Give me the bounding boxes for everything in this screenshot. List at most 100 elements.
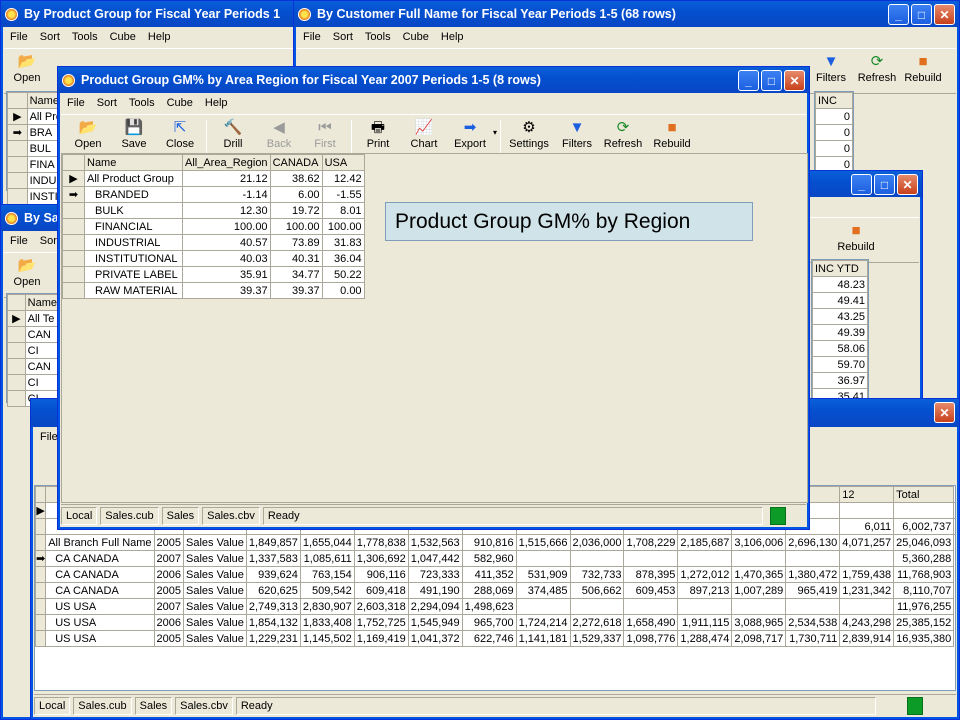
table-cell[interactable]: 723,333 [407,566,463,583]
list-item[interactable]: CI [24,342,61,359]
table-row[interactable]: US USA 2007 Sales Value 2,749,313 2,830,907 2… [35,598,956,615]
cell-measure[interactable]: Sales Value [183,550,247,567]
menu-sort[interactable]: Sort [327,31,359,43]
table-cell[interactable] [785,598,841,615]
open-button[interactable]: 📂 Open [65,118,111,150]
table-cell[interactable]: 2,839,914 [839,630,895,647]
menu-sort[interactable]: Sort [34,31,66,43]
title-bar[interactable]: By Customer Full Name for Fiscal Year Pe… [294,1,959,27]
table-cell[interactable]: 1,272,012 [677,566,733,583]
rebuild-button[interactable]: ■ Rebuild [900,52,946,84]
save-button[interactable]: 💾 Save [111,118,157,150]
cell-year[interactable]: 2005 [153,630,185,647]
cell-all-area[interactable]: 100.00 [182,218,271,235]
table-cell[interactable] [623,550,679,567]
cell-branch-name[interactable]: CA CANADA [45,566,155,583]
table-cell[interactable]: 6,011 [839,518,895,535]
cell-canada[interactable]: 100.00 [269,218,323,235]
table-cell[interactable]: 49.39 [812,324,868,341]
cell-canada[interactable]: 6.00 [269,186,323,203]
cell-measure[interactable]: Sales Value [183,630,247,647]
cell-usa[interactable]: 0.00 [321,282,365,299]
cell-branch-name[interactable]: US USA [45,614,155,631]
cell-measure[interactable]: Sales Value [183,614,247,631]
cell-name[interactable]: All Product Group [84,170,183,187]
table-cell[interactable] [893,502,955,519]
table-cell[interactable] [785,550,841,567]
cell-usa[interactable]: 12.42 [321,170,365,187]
table-cell[interactable]: 965,419 [785,582,841,599]
cell-all-area[interactable]: 40.57 [182,234,271,251]
col-name[interactable]: Name [84,154,183,171]
menu-help[interactable]: Help [435,31,470,43]
cell-all-area[interactable]: 40.03 [182,250,271,267]
table-cell[interactable]: 2,098,717 [731,630,787,647]
list-item[interactable]: All Te [24,310,61,327]
close-icon[interactable]: ✕ [897,174,918,195]
table-cell[interactable]: 11,976,255 [893,598,955,615]
table-cell[interactable] [677,550,733,567]
table-cell[interactable]: 509,542 [299,582,355,599]
table-cell[interactable]: 1,849,857 [245,534,301,551]
table-cell[interactable]: 1,515,666 [515,534,571,551]
back-button[interactable]: ◀ Back [256,118,302,150]
table-cell[interactable]: 2,534,538 [785,614,841,631]
export-button[interactable]: ➡ Export [447,118,493,150]
table-cell[interactable]: 1,306,692 [353,550,409,567]
cell-year[interactable]: 2006 [153,614,185,631]
open-button[interactable]: 📂 Open [4,52,50,84]
cell-name[interactable]: INSTITUTIONAL [84,250,183,267]
cell-branch-name[interactable]: All Branch Full Name [45,534,155,551]
table-cell[interactable]: 620,625 [245,582,301,599]
maximize-icon[interactable]: □ [761,70,782,91]
refresh-button[interactable]: ⟳ Refresh [854,52,900,84]
table-row[interactable]: ➡ BRANDED -1.14 6.00 -1.55 [62,186,365,203]
table-cell[interactable]: 1,231,342 [839,582,895,599]
table-cell[interactable]: 1,759,438 [839,566,895,583]
table-cell[interactable]: 1,007,289 [731,582,787,599]
refresh-button[interactable]: ⟳ Refresh [600,118,646,150]
table-cell[interactable]: 16,935,380 [893,630,955,647]
table-cell[interactable] [839,502,895,519]
table-cell[interactable]: 2,749,313 [245,598,301,615]
col-12[interactable]: 12 [839,486,895,503]
title-bar[interactable]: By Product Group for Fiscal Year Periods… [1,1,299,27]
table-cell[interactable]: 36.97 [812,372,868,389]
cell-all-area[interactable]: 21.12 [182,170,271,187]
cell-name[interactable]: FINANCIAL [84,218,183,235]
table-cell[interactable] [623,598,679,615]
table-cell[interactable] [839,598,895,615]
list-item[interactable]: CAN [24,326,61,343]
cell-canada[interactable]: 73.89 [269,234,323,251]
table-cell[interactable]: 910,816 [461,534,517,551]
menu-tools[interactable]: Tools [66,31,104,43]
table-cell[interactable]: 59.70 [812,356,868,373]
col-usa[interactable]: USA [321,154,365,171]
cell-name[interactable]: BRANDED [84,186,183,203]
table-cell[interactable]: 3,088,965 [731,614,787,631]
col-header[interactable] [35,486,47,503]
table-cell[interactable]: 491,190 [407,582,463,599]
table-cell[interactable]: 2,830,907 [299,598,355,615]
table-cell[interactable]: 1,041,372 [407,630,463,647]
table-row[interactable]: ▶ All Product Group 21.12 38.62 12.42 [62,170,365,187]
cell-year[interactable]: 2006 [153,566,185,583]
table-cell[interactable] [515,598,571,615]
table-cell[interactable]: 37,154,061 [953,518,955,535]
menu-help[interactable]: Help [142,31,177,43]
col-total[interactable]: Total [893,486,955,503]
menu-cube[interactable]: Cube [161,97,199,109]
settings-button[interactable]: ⚙ Settings [504,118,554,150]
cell-usa[interactable]: 8.01 [321,202,365,219]
cell-usa[interactable]: 31.83 [321,234,365,251]
table-cell[interactable]: 1,380,472 [785,566,841,583]
table-cell[interactable]: 0 [815,140,853,157]
menu-cube[interactable]: Cube [397,31,435,43]
table-cell[interactable] [677,598,733,615]
export-dropdown-icon[interactable]: ▾ [493,128,497,137]
cell-all-area[interactable]: 12.30 [182,202,271,219]
minimize-icon[interactable]: _ [888,4,909,25]
table-row[interactable]: PRIVATE LABEL 35.91 34.77 50.22 [62,266,365,283]
table-row[interactable]: FINANCIAL 100.00 100.00 100.00 [62,218,365,235]
menu-tools[interactable]: Tools [123,97,161,109]
